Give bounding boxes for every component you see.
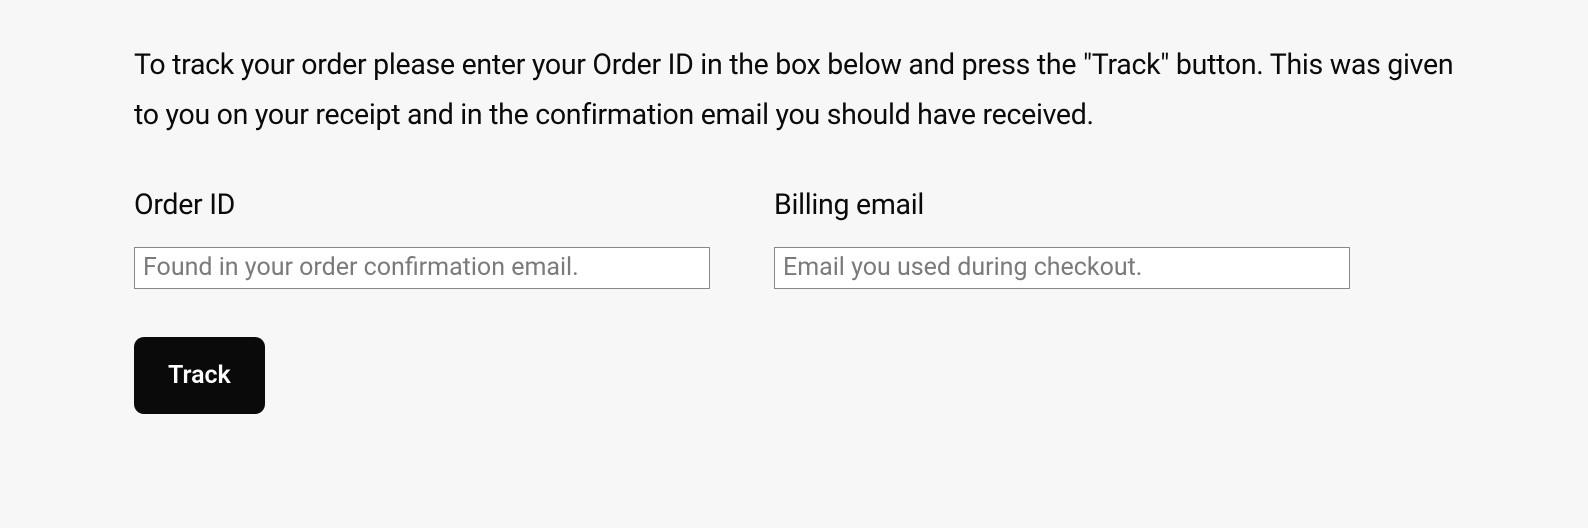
form-fields-row: Order ID Billing email <box>134 188 1454 289</box>
billing-email-label: Billing email <box>774 188 1350 221</box>
order-id-group: Order ID <box>134 188 710 289</box>
order-tracking-container: To track your order please enter your Or… <box>124 40 1464 414</box>
billing-email-group: Billing email <box>774 188 1350 289</box>
order-id-input[interactable] <box>134 247 710 289</box>
order-id-label: Order ID <box>134 188 710 221</box>
billing-email-input[interactable] <box>774 247 1350 289</box>
instructions-text: To track your order please enter your Or… <box>134 40 1454 140</box>
track-button[interactable]: Track <box>134 337 265 414</box>
